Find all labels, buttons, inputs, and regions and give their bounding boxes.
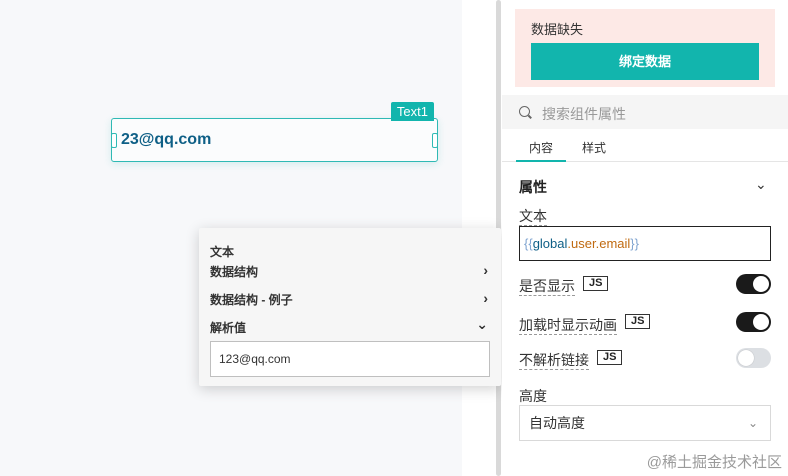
- prop-label-no-link-parse: 不解析链接: [519, 352, 589, 370]
- popover-row-data-structure[interactable]: 数据结构 ›: [210, 262, 490, 281]
- missing-data-text: 数据缺失: [531, 22, 584, 37]
- text-field-label: 文本: [519, 208, 547, 226]
- toggle-knob: [738, 350, 754, 366]
- text-component[interactable]: Text1 23@qq.com: [111, 102, 438, 162]
- tab-content[interactable]: 内容: [529, 139, 553, 156]
- chevron-down-icon: ⌄: [747, 416, 758, 430]
- height-label: 高度: [519, 388, 547, 406]
- bind-data-button[interactable]: 绑定数据: [531, 43, 759, 80]
- tab-style[interactable]: 样式: [582, 139, 606, 156]
- resize-handle-left[interactable]: [111, 133, 117, 148]
- toggle-knob: [753, 276, 769, 292]
- property-panel: 数据缺失 绑定数据 搜索组件属性 内容 样式 属性 ⌄ 文本 {{global.…: [502, 0, 788, 476]
- section-title-properties[interactable]: 属性: [519, 177, 547, 197]
- popover-row-label: 解析值: [210, 321, 247, 335]
- panel-tabs: 内容 样式: [502, 130, 788, 162]
- text-component-value: 23@qq.com: [121, 131, 212, 148]
- parsed-value-field: 123@qq.com: [210, 341, 490, 377]
- chevron-right-icon: ›: [483, 262, 488, 278]
- js-toggle-badge[interactable]: JS: [583, 276, 609, 291]
- toggle-loading-animation[interactable]: [736, 312, 771, 332]
- popover-row-data-structure-example[interactable]: 数据结构 - 例子 ›: [210, 290, 490, 309]
- resize-handle-right[interactable]: [432, 133, 438, 148]
- prop-label-loading-animation: 加载时显示动画: [519, 317, 617, 335]
- active-tab-indicator: [516, 160, 566, 162]
- chevron-down-icon[interactable]: ⌄: [755, 176, 767, 193]
- popover-row-label: 数据结构: [210, 265, 259, 279]
- missing-data-alert: 数据缺失 绑定数据: [515, 9, 775, 87]
- search-input[interactable]: 搜索组件属性: [542, 104, 626, 124]
- chevron-down-icon: ⌄: [476, 316, 488, 332]
- height-select[interactable]: 自动高度 ⌄: [519, 405, 771, 441]
- chevron-right-icon: ›: [483, 290, 488, 306]
- toggle-visible[interactable]: [736, 274, 771, 294]
- popover-row-parsed-value[interactable]: 解析值 ⌄: [210, 316, 490, 337]
- text-binding-input[interactable]: {{global.user.email}}: [519, 226, 771, 261]
- popover-title: 文本: [210, 245, 235, 259]
- js-toggle-badge[interactable]: JS: [625, 314, 651, 329]
- property-search[interactable]: 搜索组件属性: [502, 95, 788, 129]
- popover-row-label: 数据结构 - 例子: [210, 293, 293, 307]
- search-icon: [519, 106, 530, 117]
- toggle-no-link-parse[interactable]: [736, 348, 771, 368]
- binding-preview-popover: 文本 数据结构 › 数据结构 - 例子 › 解析值 ⌄ 123@qq.com: [199, 228, 501, 386]
- prop-label-visible: 是否显示: [519, 278, 575, 296]
- component-name-tag[interactable]: Text1: [390, 102, 434, 121]
- height-select-value: 自动高度: [529, 415, 585, 431]
- toggle-knob: [753, 314, 769, 330]
- js-toggle-badge[interactable]: JS: [597, 350, 623, 365]
- watermark: @稀土掘金技术社区: [646, 454, 782, 471]
